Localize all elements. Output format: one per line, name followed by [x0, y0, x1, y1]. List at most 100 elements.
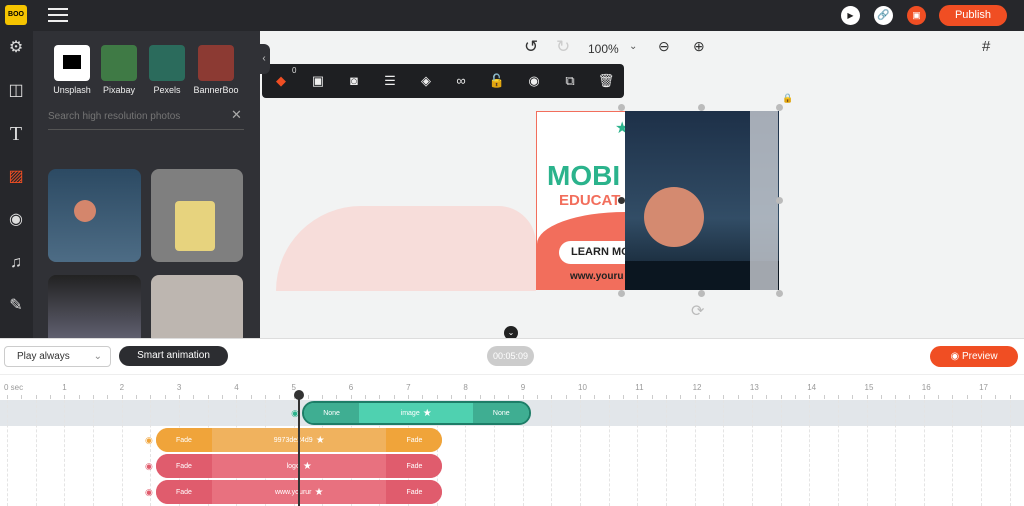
- save-icon[interactable]: ▣: [907, 6, 926, 25]
- rotate-icon[interactable]: ⟳: [691, 301, 704, 321]
- track-label: www.yourur: [274, 488, 312, 496]
- out-animation[interactable]: Fade: [386, 480, 443, 504]
- grid-icon[interactable]: #: [982, 38, 990, 55]
- divider: [48, 129, 244, 130]
- resize-handle[interactable]: [776, 290, 783, 297]
- link-icon[interactable]: 🔗: [874, 6, 893, 25]
- redo-icon[interactable]: ↻: [556, 37, 570, 57]
- visibility-eye-icon[interactable]: ◉: [145, 461, 153, 472]
- resize-handle[interactable]: [698, 104, 705, 111]
- chevron-down-icon[interactable]: ⌄: [629, 41, 637, 52]
- resize-handle[interactable]: [618, 197, 625, 204]
- lock-icon[interactable]: 🔒: [782, 93, 793, 104]
- layers-icon[interactable]: ◈: [417, 72, 435, 90]
- out-animation[interactable]: Fade: [386, 454, 443, 478]
- image-icon[interactable]: ▨: [7, 168, 25, 186]
- star-icon[interactable]: ★: [423, 403, 432, 423]
- adjust-icon[interactable]: ☰: [381, 72, 399, 90]
- source-label: BannerBoo: [193, 85, 239, 95]
- play-circle-icon[interactable]: ▶: [841, 6, 860, 25]
- resize-handle[interactable]: [618, 104, 625, 111]
- ruler-tick: [952, 395, 954, 399]
- clear-search-icon[interactable]: ✕: [231, 107, 242, 123]
- image-crop-overflow: [750, 111, 778, 290]
- zoom-level[interactable]: 100%: [588, 42, 619, 56]
- visibility-eye-icon[interactable]: ◉: [145, 487, 153, 498]
- in-animation[interactable]: Fade: [155, 454, 212, 478]
- eye-icon[interactable]: ◉: [525, 72, 543, 90]
- in-animation[interactable]: Fade: [155, 480, 212, 504]
- ruler-tick: [923, 395, 925, 399]
- photo-thumbnail[interactable]: [48, 275, 141, 338]
- ruler-tick: [379, 395, 381, 399]
- ruler-tick: [909, 395, 911, 399]
- visibility-eye-icon[interactable]: ◉: [145, 435, 153, 446]
- panel-collapse-button[interactable]: ‹: [258, 44, 270, 74]
- photo-thumbnail[interactable]: [48, 169, 141, 262]
- ruler-label: 8: [463, 383, 468, 392]
- ruler-tick: [751, 395, 753, 399]
- ruler-tick: [236, 395, 238, 399]
- star-icon[interactable]: ★: [315, 480, 324, 504]
- selection-count: 0: [292, 66, 297, 75]
- track-label: image: [400, 409, 420, 417]
- image-icon[interactable]: ▣: [309, 72, 327, 90]
- time-ruler[interactable]: 0 sec 1 2 3 4 5 6 7 8 9 10 11 12 13 14 15 16 17: [0, 339, 1024, 399]
- resize-handle[interactable]: [618, 290, 625, 297]
- source-pexels[interactable]: [149, 45, 185, 81]
- star-icon[interactable]: ★: [316, 428, 325, 452]
- ruler-tick: [436, 395, 438, 399]
- ruler-tick: [537, 395, 539, 399]
- playhead[interactable]: [294, 390, 305, 506]
- resize-handle[interactable]: [698, 290, 705, 297]
- ruler-tick: [207, 395, 209, 399]
- ruler-tick: [393, 395, 395, 399]
- photo-thumbnail[interactable]: [151, 169, 243, 262]
- hamburger-icon[interactable]: [48, 8, 68, 22]
- eraser-icon[interactable]: ◆: [272, 72, 290, 90]
- grid-line: [7, 400, 8, 506]
- resize-handle[interactable]: [776, 104, 783, 111]
- ruler-label: 17: [979, 383, 988, 392]
- resize-handle[interactable]: [776, 197, 783, 204]
- ruler-tick: [365, 395, 367, 399]
- zoom-out-icon[interactable]: ⊖: [658, 38, 670, 55]
- ruler-tick: [966, 395, 968, 399]
- photo-thumbnail[interactable]: [151, 275, 243, 338]
- settings-icon[interactable]: ⚙: [7, 39, 25, 57]
- in-animation[interactable]: None: [304, 403, 360, 423]
- music-icon[interactable]: ♫: [7, 254, 25, 272]
- out-animation[interactable]: Fade: [386, 428, 443, 452]
- undo-icon[interactable]: ↺: [524, 37, 538, 57]
- track-label-wrap: image ★: [359, 403, 473, 423]
- zoom-in-icon[interactable]: ⊕: [693, 38, 705, 55]
- ruler-tick: [135, 395, 137, 399]
- star-icon[interactable]: ★: [303, 454, 312, 478]
- source-pixabay[interactable]: [101, 45, 137, 81]
- out-animation[interactable]: None: [473, 403, 530, 423]
- video-icon[interactable]: ◉: [7, 211, 25, 229]
- timeline-track[interactable]: None image ★ None: [302, 401, 532, 425]
- in-animation[interactable]: Fade: [155, 428, 212, 452]
- banner-title: MOBI: [547, 160, 621, 191]
- link-icon[interactable]: ∞: [452, 72, 470, 90]
- brush-icon[interactable]: ✎: [7, 297, 25, 315]
- unlock-icon[interactable]: 🔓: [488, 72, 506, 90]
- mask-icon[interactable]: ◙: [345, 72, 363, 90]
- ruler-tick: [164, 395, 166, 399]
- text-icon[interactable]: T: [7, 124, 25, 144]
- ruler-tick: [35, 395, 37, 399]
- duplicate-icon[interactable]: ⧉: [561, 72, 579, 90]
- grid-line: [751, 400, 753, 506]
- sidebar: ⚙ ◫ T ▨ ◉ ♫ ✎: [0, 31, 33, 338]
- ruler-tick: [1009, 395, 1011, 399]
- layout-icon[interactable]: ◫: [7, 82, 25, 100]
- ruler-tick: [408, 395, 410, 399]
- source-bannerboo[interactable]: [198, 45, 234, 81]
- publish-button[interactable]: Publish: [939, 5, 1007, 26]
- trash-icon[interactable]: 🗑: [597, 72, 615, 90]
- grid-line: [866, 400, 868, 506]
- photo-search-input[interactable]: [48, 107, 228, 125]
- source-unsplash[interactable]: [54, 45, 90, 81]
- ruler-tick: [279, 395, 281, 399]
